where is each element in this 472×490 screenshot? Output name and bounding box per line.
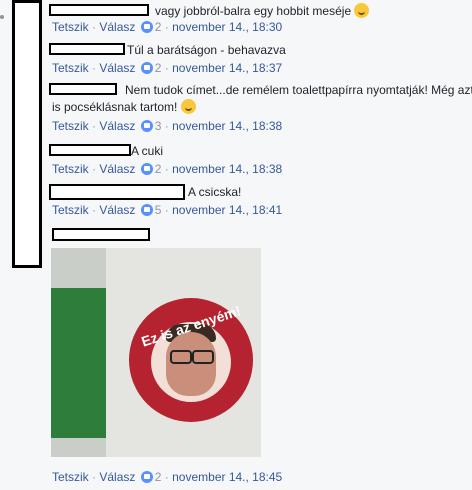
redacted-author-name[interactable] [49,184,185,200]
separator: · [164,20,169,34]
like-link[interactable]: Tetszik [52,203,89,217]
comment-actions-row: Tetszik · Válasz 2 · november 14., 18:45 [52,470,467,485]
like-count[interactable]: 2 [155,162,162,176]
comment-text-line2: is pocséklásnak tartom! [52,99,467,116]
comment-text: vagy jobbról-balra egy hobbit meséje [155,3,370,19]
portrait-glasses-right [192,350,214,364]
smiling-emoji-icon [180,99,196,114]
comment-text-line1: Nem tudok címet...de remélem toalettpapí… [125,83,472,97]
comment-body: vagy jobbról-balra egy hobbit meséje [49,3,467,19]
timestamp-link[interactable]: november 14., 18:38 [172,119,282,133]
reply-link[interactable]: Válasz [99,162,135,176]
like-count[interactable]: 2 [155,61,162,75]
separator: · [164,203,169,217]
timestamp-link[interactable]: november 14., 18:38 [172,162,282,176]
like-count[interactable]: 2 [155,20,162,34]
portrait-face [166,332,216,396]
comment-photo[interactable]: Ez is az enyém! [51,248,261,457]
like-count[interactable]: 2 [155,470,162,484]
reply-link[interactable]: Válasz [99,119,135,133]
separator: · [164,162,169,176]
grinning-emoji-icon [354,3,370,18]
comment-body: A cuki [49,143,467,159]
like-count[interactable]: 5 [155,203,162,217]
separator: · [164,470,169,484]
thread-dot [0,15,4,19]
like-link[interactable]: Tetszik [52,470,89,484]
like-count[interactable]: 3 [155,119,162,133]
comment-body: Nem tudok címet...de remélem toalettpapí… [49,82,472,99]
comment-actions: Tetszik · Válasz 3 · november 14., 18:38 [52,119,467,134]
like-link[interactable]: Tetszik [52,119,89,133]
separator: · [92,61,97,75]
like-link[interactable]: Tetszik [52,20,89,34]
comment: A cuki Tetszik · Válasz 2 · november 14.… [49,143,467,177]
like-count-icon [140,120,153,132]
timestamp-link[interactable]: november 14., 18:41 [172,203,282,217]
redacted-author-name[interactable] [49,43,125,55]
comment-actions: Tetszik · Válasz 2 · november 14., 18:38 [52,162,467,177]
separator: · [92,119,97,133]
comment-text: A cuki [131,144,164,158]
separator: · [164,119,169,133]
separator: · [92,203,97,217]
timestamp-link[interactable]: november 14., 18:45 [172,470,282,484]
reply-link[interactable]: Válasz [99,61,135,75]
reply-link[interactable]: Válasz [99,470,135,484]
redacted-author-name[interactable] [49,144,131,156]
like-link[interactable]: Tetszik [52,61,89,75]
comment-text: Túl a barátságon - behavazva [127,43,286,57]
comment-text: A csicska! [188,185,242,199]
comment: Nem tudok címet...de remélem toalettpapí… [49,82,472,134]
separator: · [92,162,97,176]
timestamp-link[interactable]: november 14., 18:37 [172,61,282,75]
redacted-author-name[interactable] [49,83,117,95]
portrait-glasses-left [170,350,192,364]
comment-body: Túl a barátságon - behavazva [49,42,467,58]
comment-actions: Tetszik · Válasz 2 · november 14., 18:30 [52,20,467,35]
like-count-icon [140,21,153,33]
like-count-icon [140,62,153,74]
comment: A csicska! Tetszik · Válasz 5 · november… [49,184,467,218]
redacted-sidebar-block [12,0,42,268]
separator: · [92,20,97,34]
reply-link[interactable]: Válasz [99,20,135,34]
comment: vagy jobbról-balra egy hobbit meséje Tet… [49,3,467,35]
like-count-icon [140,471,153,483]
like-count-icon [140,163,153,175]
comment-body: A csicska! [49,184,467,200]
comment-actions: Tetszik · Válasz 2 · november 14., 18:45 [52,470,467,485]
reply-link[interactable]: Válasz [99,203,135,217]
comment-actions: Tetszik · Válasz 5 · november 14., 18:41 [52,203,467,218]
comment: Túl a barátságon - behavazva Tetszik · V… [49,42,467,76]
separator: · [164,61,169,75]
like-count-icon [140,204,153,216]
like-link[interactable]: Tetszik [52,162,89,176]
separator: · [92,470,97,484]
timestamp-link[interactable]: november 14., 18:30 [172,20,282,34]
comment-actions: Tetszik · Válasz 2 · november 14., 18:37 [52,61,467,76]
redacted-author-name[interactable] [49,4,149,16]
redacted-author-name[interactable] [52,228,150,241]
